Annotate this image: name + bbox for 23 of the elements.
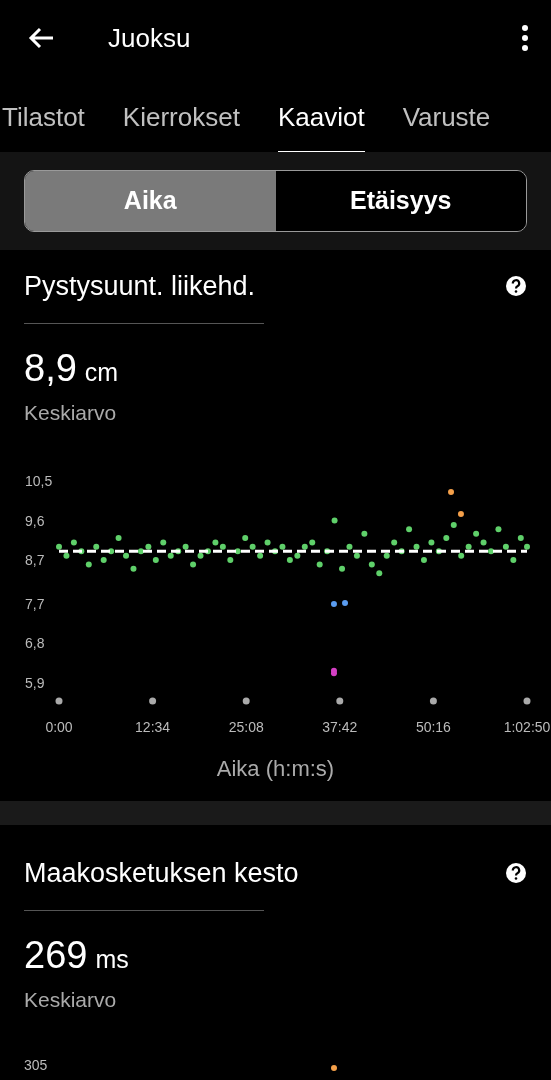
unit-label: cm — [84, 356, 119, 388]
y-axis-label: 8,7 — [25, 552, 45, 569]
x-axis-label: 25:08 — [228, 719, 264, 735]
caption: Keskiarvo — [24, 399, 118, 426]
section-title: Maakosketuksen kesto — [24, 857, 299, 890]
x-axis-label: 37:42 — [322, 719, 358, 735]
x-axis-label: 50:16 — [415, 719, 451, 735]
y-axis-label: 305 — [24, 1056, 48, 1075]
y-axis-label: 6,8 — [25, 635, 45, 652]
axis-title: Aika (h:m:s) — [215, 755, 336, 783]
screen-title: Juoksu — [108, 21, 191, 55]
average-value: 8,9 — [24, 345, 77, 391]
unit-label: ms — [95, 943, 129, 975]
average-value: 269 — [24, 932, 88, 978]
x-axis-label: 0:00 — [45, 719, 73, 735]
y-axis-label: 10,5 — [25, 473, 53, 489]
y-axis-label: 9,6 — [25, 512, 45, 529]
section-title: Pystysuunt. liikehd. — [24, 270, 256, 303]
x-axis-label: 12:34 — [135, 719, 171, 735]
caption: Keskiarvo — [24, 986, 118, 1013]
x-axis-label: 1:02:50 — [503, 719, 551, 735]
y-axis-label: 7,7 — [25, 595, 45, 612]
y-axis-label: 5,9 — [25, 675, 45, 691]
